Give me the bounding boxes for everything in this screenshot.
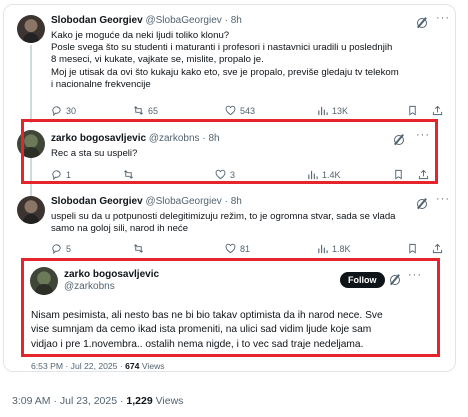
like-count: 81	[240, 243, 251, 254]
views-button[interactable]: 1.8K	[317, 243, 405, 254]
like-button[interactable]: 81	[225, 243, 317, 254]
outer-tweet-meta: 3:09 AM · Jul 23, 2025 · 1,229 Views	[12, 395, 183, 407]
reply-tweet-3[interactable]: Slobodan Georgiev @SlobaGeorgiev · 8h ··…	[4, 185, 455, 257]
like-count: 543	[240, 105, 256, 116]
author-handle[interactable]: @SlobaGeorgiev	[145, 15, 221, 26]
tweet-line: Posle svega što su studenti i maturanti …	[51, 42, 393, 54]
more-icon[interactable]: ···	[436, 12, 450, 24]
views-count: 1.8K	[332, 243, 351, 254]
views-label: Views	[139, 361, 165, 371]
tweet-meta: 6:53 PM · Jul 22, 2025 · 674 Views	[31, 361, 165, 371]
reply-tweet-1[interactable]: Slobodan Georgiev @SlobaGeorgiev · 8h ··…	[4, 5, 455, 123]
views-button[interactable]: 13K	[317, 105, 405, 116]
reply-icon	[52, 106, 61, 116]
repost-count: 65	[148, 105, 159, 116]
tweet-line: uspeli su da u potpunosti delegitimizuju…	[51, 211, 396, 222]
avatar[interactable]	[17, 15, 45, 43]
repost-icon	[134, 106, 143, 115]
tweet-header: Slobodan Georgiev @SlobaGeorgiev · 8h	[51, 196, 242, 207]
repost-button[interactable]: 65	[133, 105, 225, 116]
post-datetime[interactable]: 6:53 PM · Jul 22, 2025 ·	[31, 361, 125, 371]
share-icon[interactable]	[432, 105, 443, 116]
bookmark-icon[interactable]	[407, 105, 418, 116]
avatar[interactable]	[17, 196, 45, 224]
grok-icon[interactable]	[417, 18, 427, 28]
heart-icon	[225, 243, 236, 254]
views-number: 1,229	[126, 395, 153, 407]
action-bar: 5 81 1.8K	[51, 243, 443, 254]
repost-icon	[134, 244, 143, 253]
analytics-icon	[318, 244, 328, 254]
author-name[interactable]: Slobodan Georgiev	[51, 196, 143, 207]
views-count: 13K	[332, 105, 349, 116]
post-datetime[interactable]: 3:09 AM · Jul 23, 2025 ·	[12, 395, 126, 407]
separator-dot: ·	[224, 196, 228, 207]
views-label: Views	[152, 395, 184, 407]
tweet-line: samo na goloj sili, narod ih neće	[51, 223, 189, 235]
analytics-icon	[318, 106, 328, 116]
timestamp[interactable]: 8h	[231, 196, 242, 207]
grok-icon[interactable]	[417, 199, 427, 209]
heart-icon	[225, 105, 236, 116]
tweet-text: uspeli su da u potpunosti delegitimizuju…	[51, 211, 396, 235]
timestamp[interactable]: 8h	[231, 15, 242, 26]
views-number: 674	[125, 361, 140, 371]
reply-count: 5	[66, 243, 72, 254]
reply-count: 30	[66, 105, 77, 116]
action-bar: 30 65 543 13K	[51, 105, 443, 116]
tweet-line: Kako je moguće da neki ljudi toliko klon…	[51, 30, 230, 41]
tweet-text: Kako je moguće da neki ljudi toliko klon…	[51, 30, 399, 91]
share-icon[interactable]	[432, 243, 443, 254]
highlight-box	[21, 258, 440, 357]
author-name[interactable]: Slobodan Georgiev	[51, 15, 143, 26]
tweet-header: Slobodan Georgiev @SlobaGeorgiev · 8h	[51, 15, 242, 26]
bookmark-icon[interactable]	[407, 243, 418, 254]
like-button[interactable]: 543	[225, 105, 317, 116]
more-icon[interactable]: ···	[436, 193, 450, 205]
separator-dot: ·	[224, 15, 228, 26]
reply-icon	[52, 244, 61, 254]
reply-button[interactable]: 30	[51, 105, 133, 116]
tweet-line: Moj je utisak da ovi što kukaju kako eto…	[51, 66, 399, 78]
repost-button[interactable]	[133, 243, 225, 254]
tweet-line: i nacionalne frekvencije	[51, 78, 151, 90]
tweet-line: 8 meseci, vi kukate, vajkate se, mislite…	[51, 54, 264, 66]
reply-button[interactable]: 5	[51, 243, 133, 254]
author-handle[interactable]: @SlobaGeorgiev	[145, 196, 221, 207]
highlight-box	[21, 119, 438, 184]
